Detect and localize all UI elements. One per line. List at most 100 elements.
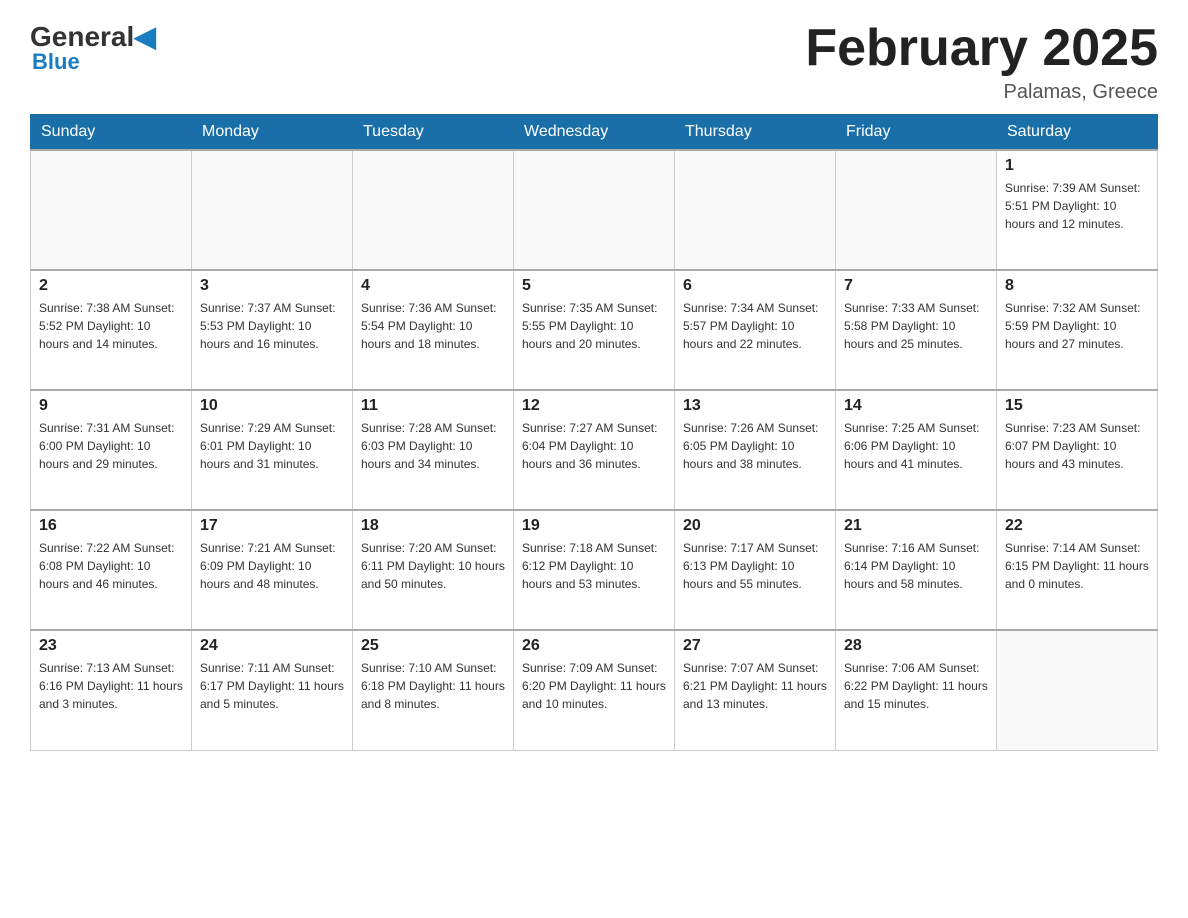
day-number: 8 <box>1005 277 1149 295</box>
day-number: 22 <box>1005 517 1149 535</box>
day-number: 7 <box>844 277 988 295</box>
calendar-cell: 24Sunrise: 7:11 AM Sunset: 6:17 PM Dayli… <box>192 630 353 750</box>
day-info: Sunrise: 7:25 AM Sunset: 6:06 PM Dayligh… <box>844 419 988 473</box>
day-info: Sunrise: 7:34 AM Sunset: 5:57 PM Dayligh… <box>683 299 827 353</box>
page-header: General◀ Blue February 2025 Palamas, Gre… <box>30 20 1158 104</box>
calendar-cell <box>836 150 997 270</box>
calendar-cell: 9 Sunrise: 7:31 AM Sunset: 6:00 PM Daylig… <box>31 390 192 510</box>
day-info: Sunrise: 7:09 AM Sunset: 6:20 PM Dayligh… <box>522 659 666 713</box>
logo: General◀ Blue <box>30 20 156 75</box>
day-number: 25 <box>361 637 505 655</box>
calendar-cell: 3 Sunrise: 7:37 AM Sunset: 5:53 PM Daylig… <box>192 270 353 390</box>
calendar-table: SundayMondayTuesdayWednesdayThursdayFrid… <box>30 114 1158 751</box>
day-number: 18 <box>361 517 505 535</box>
day-number: 12 <box>522 397 666 415</box>
weekday-header-monday: Monday <box>192 115 353 151</box>
day-info: Sunrise: 7:36 AM Sunset: 5:54 PM Dayligh… <box>361 299 505 353</box>
day-number: 27 <box>683 637 827 655</box>
calendar-cell: 28 Sunrise: 7:06 AM Sunset: 6:22 PM Dayli… <box>836 630 997 750</box>
day-info: Sunrise: 7:21 AM Sunset: 6:09 PM Dayligh… <box>200 539 344 593</box>
calendar-cell: 21Sunrise: 7:16 AM Sunset: 6:14 PM Dayli… <box>836 510 997 630</box>
calendar-cell <box>675 150 836 270</box>
day-info: Sunrise: 7:11 AM Sunset: 6:17 PM Dayligh… <box>200 659 344 713</box>
calendar-cell: 4 Sunrise: 7:36 AM Sunset: 5:54 PM Daylig… <box>353 270 514 390</box>
weekday-header-thursday: Thursday <box>675 115 836 151</box>
day-info: Sunrise: 7:28 AM Sunset: 6:03 PM Dayligh… <box>361 419 505 473</box>
calendar-week-row: 16 Sunrise: 7:22 AM Sunset: 6:08 PM Dayli… <box>31 510 1158 630</box>
day-info: Sunrise: 7:06 AM Sunset: 6:22 PM Dayligh… <box>844 659 988 713</box>
logo-arrow-icon: ◀ <box>134 21 156 52</box>
weekday-header-saturday: Saturday <box>997 115 1158 151</box>
calendar-cell <box>192 150 353 270</box>
day-number: 14 <box>844 397 988 415</box>
calendar-cell: 7 Sunrise: 7:33 AM Sunset: 5:58 PM Daylig… <box>836 270 997 390</box>
day-number: 4 <box>361 277 505 295</box>
weekday-header-tuesday: Tuesday <box>353 115 514 151</box>
month-title: February 2025 <box>805 20 1158 77</box>
logo-general: General <box>30 21 134 52</box>
calendar-cell: 16 Sunrise: 7:22 AM Sunset: 6:08 PM Dayli… <box>31 510 192 630</box>
calendar-cell: 18 Sunrise: 7:20 AM Sunset: 6:11 PM Dayli… <box>353 510 514 630</box>
day-number: 3 <box>200 277 344 295</box>
calendar-cell: 10 Sunrise: 7:29 AM Sunset: 6:01 PM Dayli… <box>192 390 353 510</box>
day-number: 15 <box>1005 397 1149 415</box>
calendar-cell: 11 Sunrise: 7:28 AM Sunset: 6:03 PM Dayli… <box>353 390 514 510</box>
day-info: Sunrise: 7:26 AM Sunset: 6:05 PM Dayligh… <box>683 419 827 473</box>
calendar-week-row: 2 Sunrise: 7:38 AM Sunset: 5:52 PM Daylig… <box>31 270 1158 390</box>
day-info: Sunrise: 7:17 AM Sunset: 6:13 PM Dayligh… <box>683 539 827 593</box>
day-number: 11 <box>361 397 505 415</box>
day-number: 10 <box>200 397 344 415</box>
day-info: Sunrise: 7:16 AM Sunset: 6:14 PM Dayligh… <box>844 539 988 593</box>
day-number: 16 <box>39 517 183 535</box>
calendar-cell: 1 Sunrise: 7:39 AM Sunset: 5:51 PM Daylig… <box>997 150 1158 270</box>
day-number: 1 <box>1005 157 1149 175</box>
day-info: Sunrise: 7:20 AM Sunset: 6:11 PM Dayligh… <box>361 539 505 593</box>
day-info: Sunrise: 7:37 AM Sunset: 5:53 PM Dayligh… <box>200 299 344 353</box>
calendar-cell: 15 Sunrise: 7:23 AM Sunset: 6:07 PM Dayli… <box>997 390 1158 510</box>
calendar-cell: 2 Sunrise: 7:38 AM Sunset: 5:52 PM Daylig… <box>31 270 192 390</box>
calendar-cell: 17 Sunrise: 7:21 AM Sunset: 6:09 PM Dayli… <box>192 510 353 630</box>
day-info: Sunrise: 7:31 AM Sunset: 6:00 PM Dayligh… <box>39 419 183 473</box>
weekday-header-wednesday: Wednesday <box>514 115 675 151</box>
calendar-cell <box>997 630 1158 750</box>
title-area: February 2025 Palamas, Greece <box>805 20 1158 104</box>
calendar-cell: 13 Sunrise: 7:26 AM Sunset: 6:05 PM Dayli… <box>675 390 836 510</box>
day-number: 26 <box>522 637 666 655</box>
day-info: Sunrise: 7:13 AM Sunset: 6:16 PM Dayligh… <box>39 659 183 713</box>
day-info: Sunrise: 7:32 AM Sunset: 5:59 PM Dayligh… <box>1005 299 1149 353</box>
day-info: Sunrise: 7:22 AM Sunset: 6:08 PM Dayligh… <box>39 539 183 593</box>
calendar-cell: 14 Sunrise: 7:25 AM Sunset: 6:06 PM Dayli… <box>836 390 997 510</box>
day-info: Sunrise: 7:29 AM Sunset: 6:01 PM Dayligh… <box>200 419 344 473</box>
day-number: 28 <box>844 637 988 655</box>
calendar-week-row: 1 Sunrise: 7:39 AM Sunset: 5:51 PM Daylig… <box>31 150 1158 270</box>
day-info: Sunrise: 7:33 AM Sunset: 5:58 PM Dayligh… <box>844 299 988 353</box>
day-info: Sunrise: 7:38 AM Sunset: 5:52 PM Dayligh… <box>39 299 183 353</box>
day-info: Sunrise: 7:23 AM Sunset: 6:07 PM Dayligh… <box>1005 419 1149 473</box>
day-number: 9 <box>39 397 183 415</box>
day-number: 19 <box>522 517 666 535</box>
location-label: Palamas, Greece <box>805 81 1158 104</box>
calendar-cell: 20 Sunrise: 7:17 AM Sunset: 6:13 PM Dayli… <box>675 510 836 630</box>
day-number: 13 <box>683 397 827 415</box>
day-info: Sunrise: 7:35 AM Sunset: 5:55 PM Dayligh… <box>522 299 666 353</box>
day-number: 17 <box>200 517 344 535</box>
calendar-cell <box>353 150 514 270</box>
day-info: Sunrise: 7:14 AM Sunset: 6:15 PM Dayligh… <box>1005 539 1149 593</box>
calendar-cell: 26 Sunrise: 7:09 AM Sunset: 6:20 PM Dayli… <box>514 630 675 750</box>
weekday-header-friday: Friday <box>836 115 997 151</box>
day-number: 20 <box>683 517 827 535</box>
calendar-cell: 5 Sunrise: 7:35 AM Sunset: 5:55 PM Daylig… <box>514 270 675 390</box>
calendar-cell <box>514 150 675 270</box>
calendar-cell: 27Sunrise: 7:07 AM Sunset: 6:21 PM Dayli… <box>675 630 836 750</box>
day-number: 2 <box>39 277 183 295</box>
day-number: 23 <box>39 637 183 655</box>
calendar-cell <box>31 150 192 270</box>
calendar-week-row: 23 Sunrise: 7:13 AM Sunset: 6:16 PM Dayli… <box>31 630 1158 750</box>
calendar-week-row: 9 Sunrise: 7:31 AM Sunset: 6:00 PM Daylig… <box>31 390 1158 510</box>
calendar-cell: 23 Sunrise: 7:13 AM Sunset: 6:16 PM Dayli… <box>31 630 192 750</box>
day-info: Sunrise: 7:10 AM Sunset: 6:18 PM Dayligh… <box>361 659 505 713</box>
day-number: 5 <box>522 277 666 295</box>
logo-text-bottom: Blue <box>32 49 80 75</box>
weekday-header-sunday: Sunday <box>31 115 192 151</box>
day-info: Sunrise: 7:39 AM Sunset: 5:51 PM Dayligh… <box>1005 179 1149 233</box>
